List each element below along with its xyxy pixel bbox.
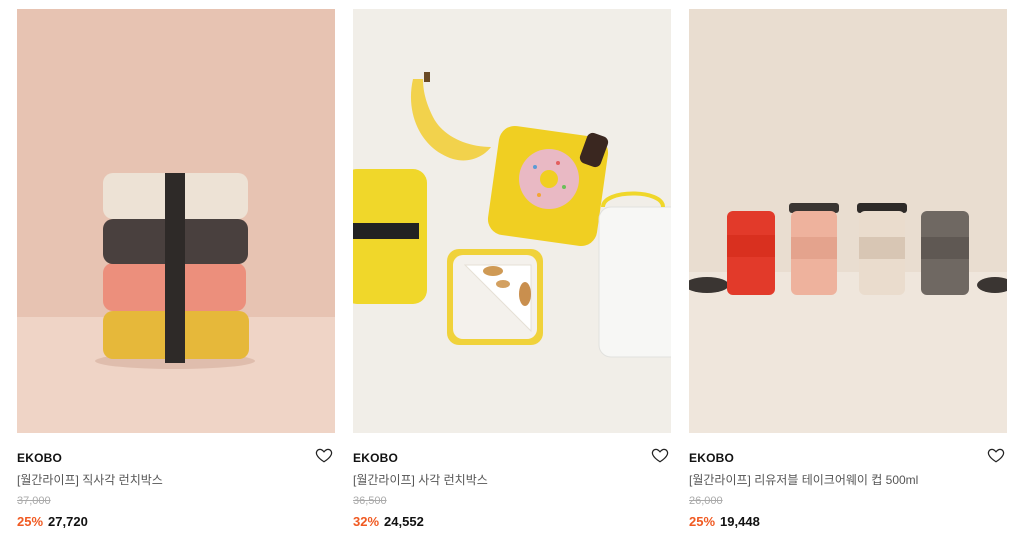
brand-name[interactable]: EKOBO xyxy=(689,451,1007,465)
sale-price: 19,448 xyxy=(720,514,760,529)
original-price: 36,500 xyxy=(353,495,387,507)
sale-price: 27,720 xyxy=(48,514,88,529)
discount-rate: 25% xyxy=(17,514,44,529)
price-line: 32% 24,552 xyxy=(353,514,671,529)
brand-name[interactable]: EKOBO xyxy=(17,451,335,465)
original-price: 26,000 xyxy=(689,495,723,507)
product-title[interactable]: [월간라이프] 리유저블 테이크어웨이 컵 500ml xyxy=(689,473,1007,487)
heart-outline-icon[interactable] xyxy=(315,446,333,464)
heart-outline-icon[interactable] xyxy=(987,446,1005,464)
product-title[interactable]: [월간라이프] 사각 런치박스 xyxy=(353,473,671,487)
product-image[interactable] xyxy=(17,9,335,433)
product-image[interactable] xyxy=(353,9,671,433)
product-grid: EKOBO [월간라이프] 직사각 런치박스 37,000 25% 27,720 xyxy=(17,9,1007,529)
discount-rate: 25% xyxy=(689,514,716,529)
product-card[interactable]: EKOBO [월간라이프] 사각 런치박스 36,500 32% 24,552 xyxy=(353,9,671,529)
price-line: 25% 19,448 xyxy=(689,514,1007,529)
heart-outline-icon[interactable] xyxy=(651,446,669,464)
original-price: 37,000 xyxy=(17,495,51,507)
product-card[interactable]: EKOBO [월간라이프] 직사각 런치박스 37,000 25% 27,720 xyxy=(17,9,335,529)
product-image[interactable] xyxy=(689,9,1007,433)
brand-name[interactable]: EKOBO xyxy=(353,451,671,465)
discount-rate: 32% xyxy=(353,514,380,529)
price-line: 25% 27,720 xyxy=(17,514,335,529)
sale-price: 24,552 xyxy=(384,514,424,529)
product-card[interactable]: EKOBO [월간라이프] 리유저블 테이크어웨이 컵 500ml 26,000… xyxy=(689,9,1007,529)
product-title[interactable]: [월간라이프] 직사각 런치박스 xyxy=(17,473,335,487)
